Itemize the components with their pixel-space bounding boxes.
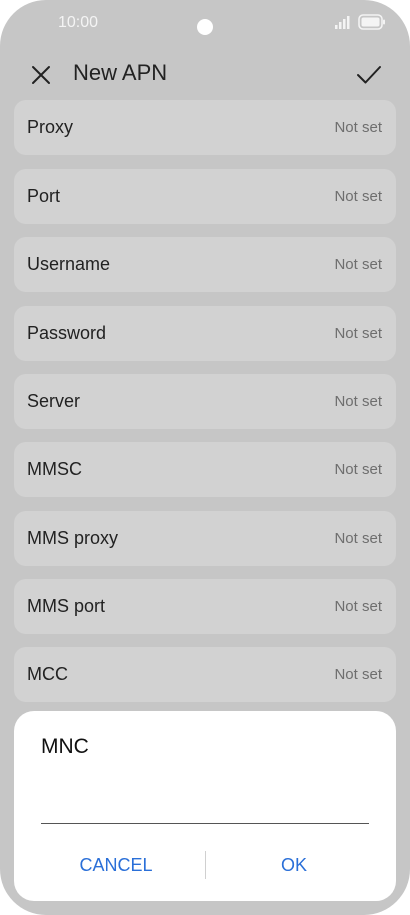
setting-label: Username (27, 254, 111, 274)
phone-screen: 10:00 New APN Proxy Not set Port Not set… (0, 0, 410, 915)
setting-row-server[interactable]: Server Not set (14, 374, 396, 429)
mnc-dialog: MNC CANCEL OK (14, 711, 396, 901)
setting-label: Proxy (27, 117, 74, 137)
page-title: New APN (73, 60, 168, 85)
setting-label: MCC (27, 664, 68, 684)
setting-label: MMS proxy (27, 528, 119, 548)
setting-row-mms-proxy[interactable]: MMS proxy Not set (14, 511, 396, 566)
setting-value: Not set (334, 325, 382, 342)
setting-value: Not set (334, 393, 382, 410)
ok-button[interactable]: OK (204, 841, 384, 889)
setting-row-mms-port[interactable]: MMS port Not set (14, 579, 396, 634)
setting-value: Not set (334, 119, 382, 136)
setting-label: MMSC (27, 459, 82, 479)
setting-value: Not set (334, 256, 382, 273)
status-time: 10:00 (58, 14, 99, 31)
setting-row-proxy[interactable]: Proxy Not set (14, 100, 396, 155)
setting-row-port[interactable]: Port Not set (14, 169, 396, 224)
cancel-button[interactable]: CANCEL (26, 841, 206, 889)
setting-value: Not set (334, 666, 382, 683)
setting-label: Password (27, 323, 107, 343)
setting-label: Port (27, 186, 61, 206)
setting-row-mmsc[interactable]: MMSC Not set (14, 442, 396, 497)
setting-row-username[interactable]: Username Not set (14, 237, 396, 292)
battery-icon (358, 14, 385, 30)
title-bar: New APN (0, 52, 410, 96)
status-bar: 10:00 (0, 0, 410, 46)
close-icon[interactable] (28, 62, 54, 88)
dialog-buttons: CANCEL OK (14, 841, 396, 889)
setting-value: Not set (334, 188, 382, 205)
setting-label: Server (27, 391, 81, 411)
check-icon[interactable] (354, 60, 384, 90)
setting-label: MMS port (27, 596, 106, 616)
setting-value: Not set (334, 598, 382, 615)
setting-row-password[interactable]: Password Not set (14, 306, 396, 361)
signal-icon (335, 16, 350, 29)
dialog-title: MNC (41, 735, 89, 758)
front-camera (197, 19, 213, 35)
setting-value: Not set (334, 461, 382, 478)
mnc-input[interactable] (41, 787, 369, 824)
setting-row-mcc[interactable]: MCC Not set (14, 647, 396, 702)
setting-value: Not set (334, 530, 382, 547)
